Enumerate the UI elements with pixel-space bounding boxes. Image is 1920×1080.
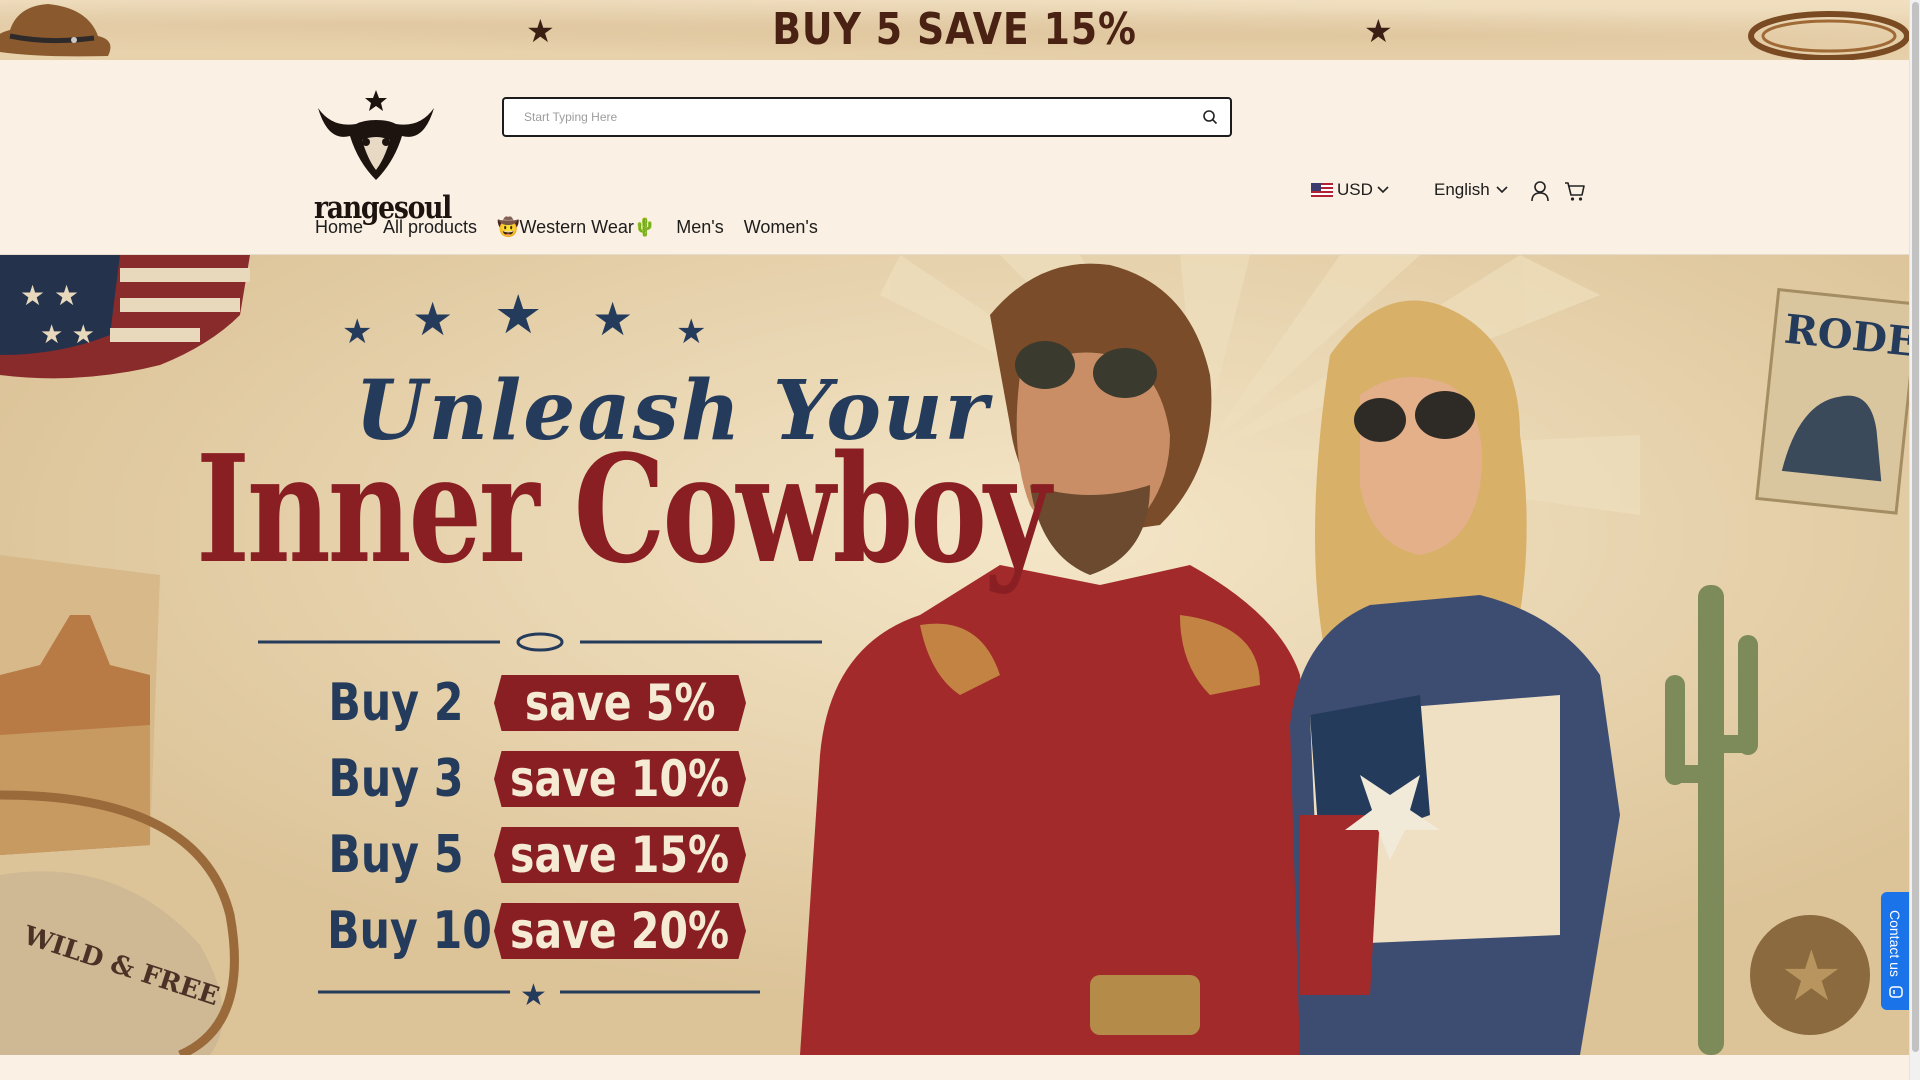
currency-selector[interactable]: USD xyxy=(1311,180,1389,200)
search-icon[interactable] xyxy=(1202,109,1218,125)
svg-text:★: ★ xyxy=(412,292,453,346)
svg-text:★: ★ xyxy=(520,978,547,1013)
lasso-icon xyxy=(1748,11,1909,60)
main-nav: Home All products 🤠Western Wear🌵 Men's W… xyxy=(315,217,818,238)
hero-big-title: Inner Cowboy xyxy=(196,422,1051,596)
us-flag-icon xyxy=(1311,183,1333,197)
scrollbar-thumb[interactable] xyxy=(1912,2,1919,1052)
language-selector[interactable]: English xyxy=(1434,180,1508,200)
language-label: English xyxy=(1434,180,1490,199)
search-input[interactable] xyxy=(524,107,1164,127)
offer-row: Buy 10 save 20% xyxy=(312,901,746,961)
nav-item-all-products[interactable]: All products xyxy=(383,217,477,238)
offer-save-badge: save 15% xyxy=(494,827,746,883)
contact-us-label: Contact us xyxy=(1887,910,1903,977)
offer-row: Buy 3 save 10% xyxy=(312,749,746,809)
svg-text:★: ★ xyxy=(592,292,633,346)
nav-item-home[interactable]: Home xyxy=(315,217,363,238)
desert-postcard-decoration xyxy=(0,555,160,855)
svg-text:★: ★ xyxy=(676,312,706,352)
offer-save-label: save 20% xyxy=(510,902,730,960)
chevron-down-icon xyxy=(1377,186,1389,194)
offer-save-badge: save 5% xyxy=(494,675,746,731)
offer-save-label: save 5% xyxy=(524,674,716,732)
offer-buy-label: Buy 10 xyxy=(327,901,492,961)
offer-row: Buy 5 save 15% xyxy=(312,825,746,885)
offer-save-badge: save 20% xyxy=(494,903,746,959)
page-scrollbar[interactable] xyxy=(1909,0,1920,1080)
star-icon: ★ xyxy=(1364,12,1393,50)
cart-icon[interactable] xyxy=(1564,180,1586,202)
chat-icon xyxy=(1889,986,1903,998)
logo-bull-skull-icon[interactable] xyxy=(312,84,440,186)
rodeo-poster-decoration: RODEO xyxy=(1755,287,1909,515)
svg-text:★ ★: ★ ★ xyxy=(40,320,95,350)
announcement-bar: ★ BUY 5 SAVE 15% ★ xyxy=(0,0,1909,60)
offer-buy-label: Buy 5 xyxy=(328,825,464,885)
offer-save-label: save 10% xyxy=(510,750,730,808)
cowboy-hat-icon xyxy=(0,4,111,57)
offer-buy-label: Buy 3 xyxy=(328,749,464,809)
announcement-text: BUY 5 SAVE 15% xyxy=(772,4,1137,55)
svg-text:★: ★ xyxy=(1780,935,1843,1017)
svg-text:★ ★: ★ ★ xyxy=(20,279,79,312)
offer-row: Buy 2 save 5% xyxy=(312,673,746,733)
hero-banner[interactable]: ★ ★ ★ ★ WILD & FREE ★ ★ ★ ★ ★ ★ RODEO ★ … xyxy=(0,255,1909,1055)
user-icon[interactable] xyxy=(1530,180,1550,202)
svg-text:★: ★ xyxy=(342,312,372,352)
offer-save-badge: save 10% xyxy=(494,751,746,807)
offer-save-label: save 15% xyxy=(510,826,730,884)
contact-us-button[interactable]: Contact us xyxy=(1881,892,1911,1010)
offer-buy-label: Buy 2 xyxy=(328,673,464,733)
svg-text:★: ★ xyxy=(494,283,542,346)
currency-label: USD xyxy=(1337,180,1373,199)
search-box[interactable] xyxy=(502,97,1232,137)
site-header: rangesoul USD English Home xyxy=(0,60,1909,255)
chevron-down-icon xyxy=(1496,186,1508,194)
nav-item-womens[interactable]: Women's xyxy=(744,217,818,238)
nav-item-mens[interactable]: Men's xyxy=(676,217,723,238)
nav-item-western-wear[interactable]: 🤠Western Wear🌵 xyxy=(497,217,656,238)
